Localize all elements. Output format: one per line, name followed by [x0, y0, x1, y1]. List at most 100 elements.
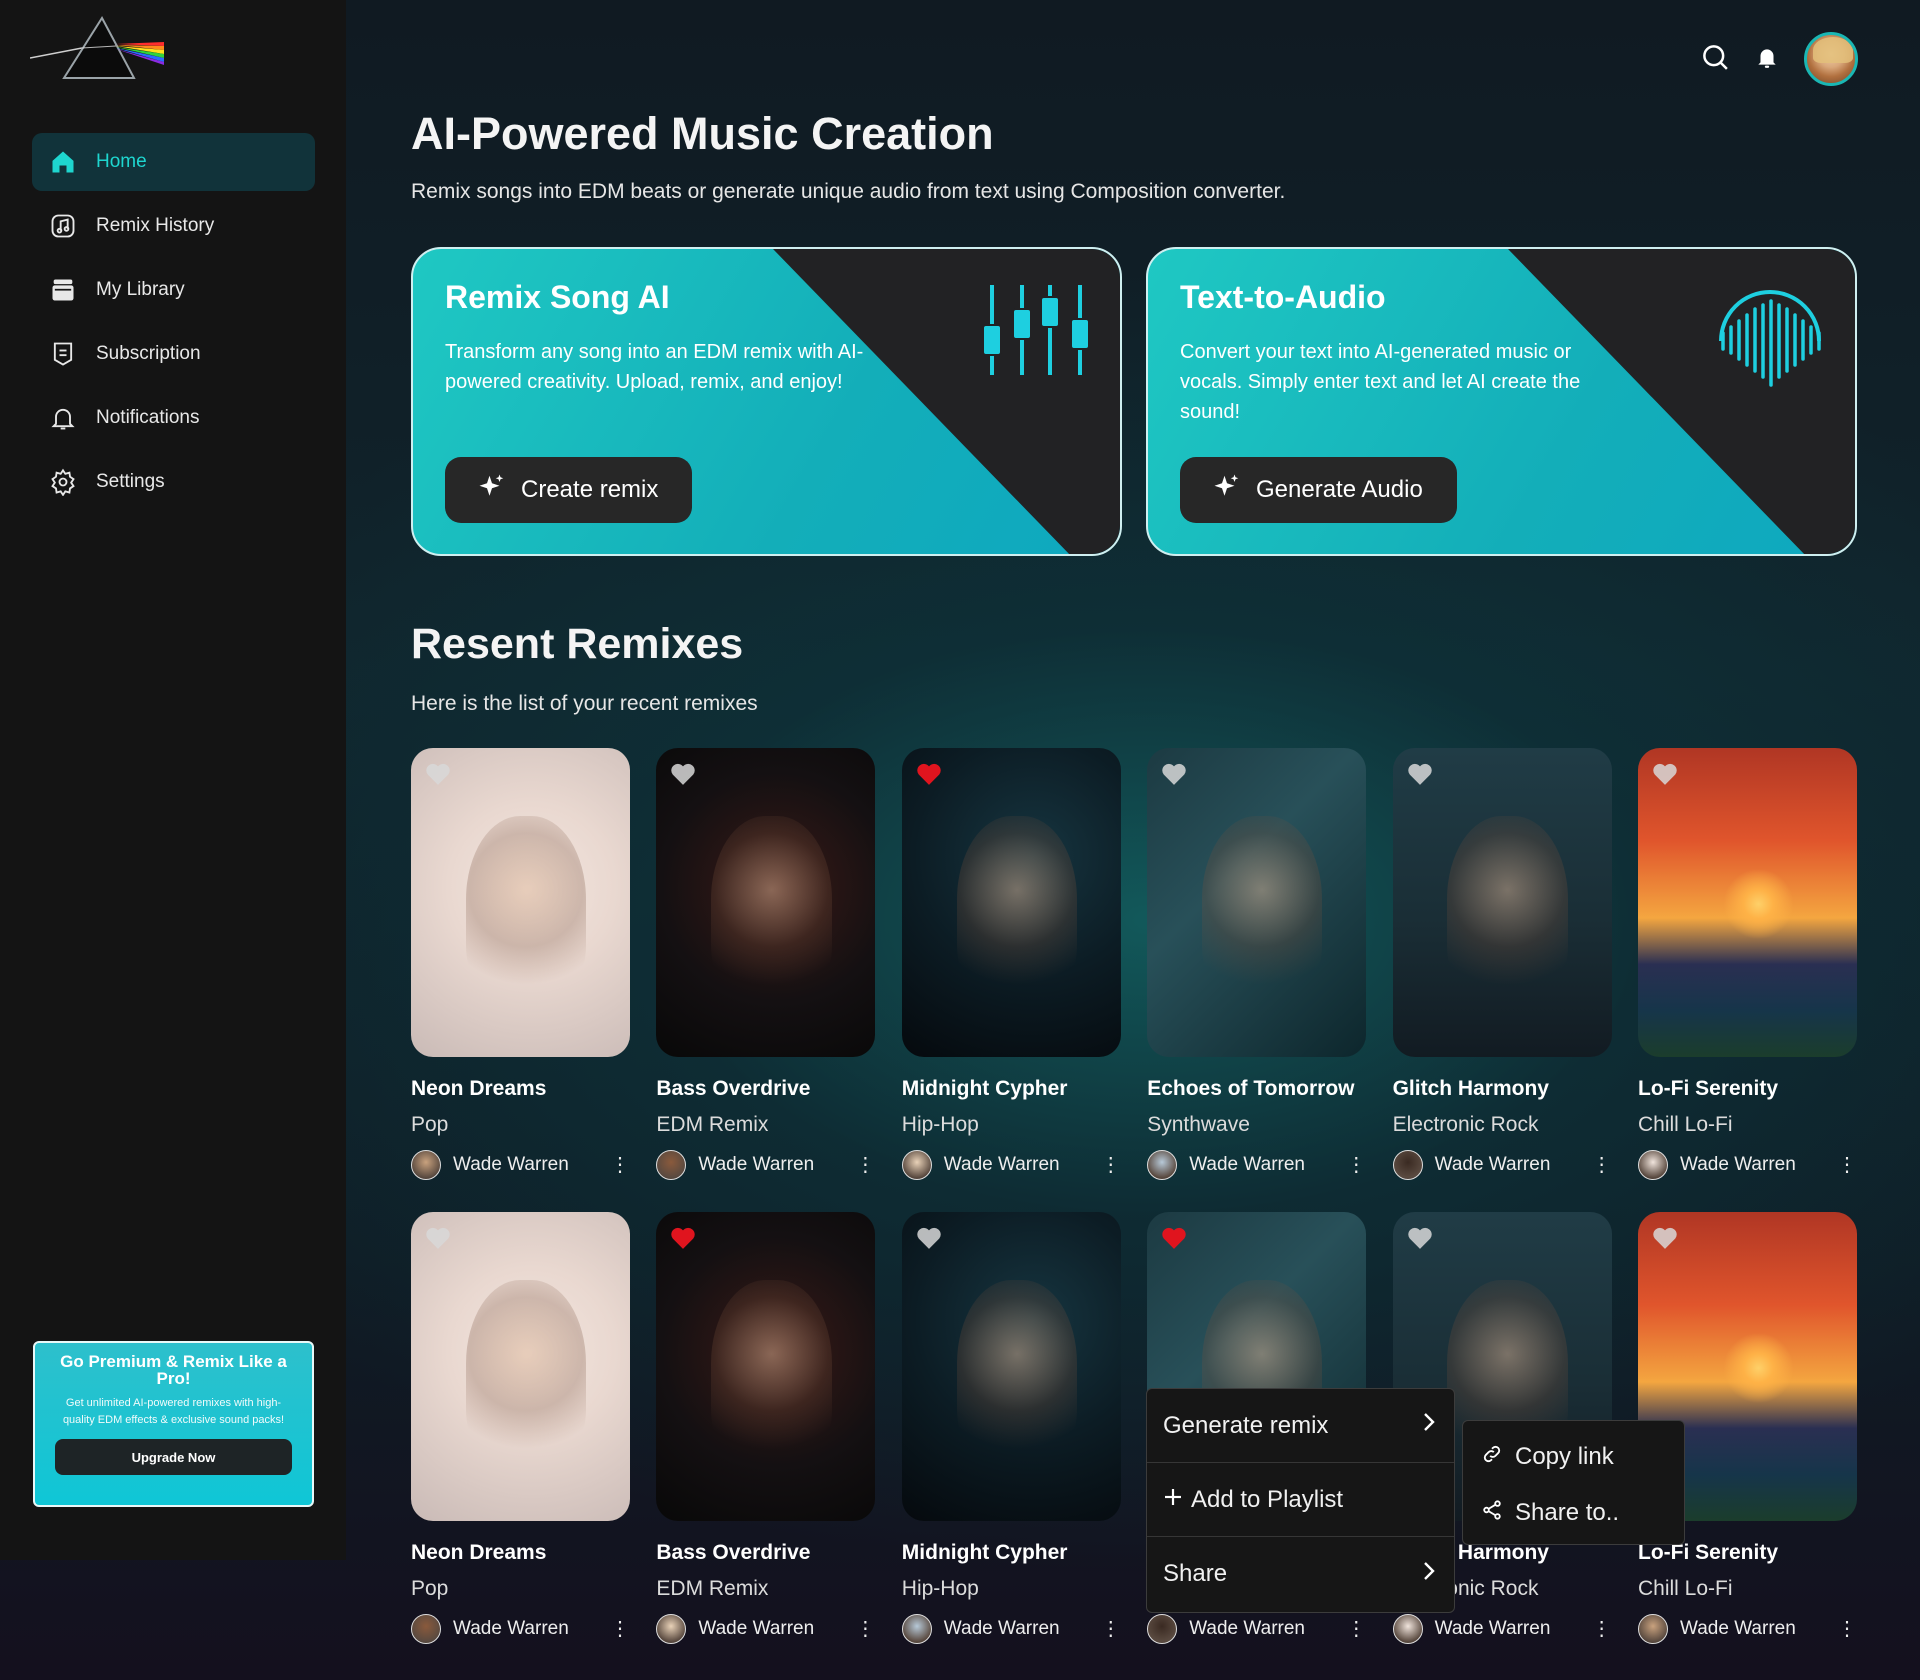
menu-item-share-to[interactable]: Share to..: [1463, 1485, 1684, 1541]
heart-icon[interactable]: [670, 762, 696, 786]
more-options-icon[interactable]: ⋮: [851, 1155, 875, 1175]
menu-item-generate-remix[interactable]: Generate remix: [1147, 1389, 1454, 1463]
author-name[interactable]: Wade Warren: [453, 1154, 606, 1176]
more-options-icon[interactable]: ⋮: [1833, 1619, 1857, 1639]
remix-card[interactable]: Neon Dreams Pop Wade Warren ⋮: [411, 1212, 630, 1645]
author-avatar[interactable]: [656, 1614, 687, 1644]
cover-art[interactable]: [656, 1212, 876, 1521]
remix-genre: Chill Lo-Fi: [1638, 1577, 1733, 1600]
heart-icon[interactable]: [1652, 762, 1678, 786]
heart-icon[interactable]: [1161, 762, 1187, 786]
heart-icon[interactable]: [916, 762, 942, 786]
sidebar-item-my-library[interactable]: My Library: [32, 261, 315, 319]
track-context-menu: Generate remix Add to Playlist Share: [1146, 1388, 1455, 1613]
menu-item-add-to-playlist[interactable]: Add to Playlist: [1147, 1463, 1454, 1537]
author-avatar[interactable]: [1638, 1614, 1668, 1644]
author-avatar[interactable]: [656, 1150, 687, 1180]
author-avatar[interactable]: [411, 1614, 441, 1644]
heart-icon[interactable]: [425, 1226, 451, 1250]
remix-footer: Wade Warren ⋮: [1392, 1149, 1612, 1181]
menu-item-share[interactable]: Share: [1147, 1537, 1454, 1611]
more-options-icon[interactable]: ⋮: [606, 1619, 630, 1639]
author-name[interactable]: Wade Warren: [698, 1154, 851, 1176]
more-options-icon[interactable]: ⋮: [606, 1155, 630, 1175]
cover-art[interactable]: [411, 748, 630, 1057]
sidebar-item-notifications[interactable]: Notifications: [32, 389, 315, 447]
cover-art[interactable]: [1147, 748, 1367, 1057]
remix-title: Midnight Cypher: [901, 1077, 1068, 1100]
sidebar-item-home[interactable]: Home: [32, 133, 315, 191]
remix-card[interactable]: Bass Overdrive EDM Remix Wade Warren ⋮: [656, 1212, 876, 1645]
author-avatar[interactable]: [1638, 1150, 1668, 1180]
remix-title: Echoes of Tomorrow: [1147, 1077, 1355, 1100]
more-options-icon[interactable]: ⋮: [1342, 1155, 1366, 1175]
author-avatar[interactable]: [901, 1150, 932, 1180]
remix-title: Bass Overdrive: [656, 1541, 811, 1564]
notification-bell-icon[interactable]: [1754, 43, 1780, 76]
upgrade-now-button[interactable]: Upgrade Now: [55, 1439, 292, 1475]
generate-audio-button[interactable]: Generate Audio: [1180, 457, 1457, 523]
home-icon: [48, 147, 78, 177]
heart-icon[interactable]: [1161, 1226, 1187, 1250]
cover-art[interactable]: [901, 1212, 1121, 1521]
cover-art[interactable]: [901, 748, 1121, 1057]
heart-icon[interactable]: [1407, 1226, 1433, 1250]
author-name[interactable]: Wade Warren: [1435, 1154, 1588, 1176]
heart-icon[interactable]: [670, 1226, 696, 1250]
remix-genre: Electronic Rock: [1392, 1113, 1539, 1136]
more-options-icon[interactable]: ⋮: [1833, 1155, 1857, 1175]
user-avatar[interactable]: [1804, 32, 1858, 86]
remix-card[interactable]: Lo-Fi Serenity Chill Lo-Fi Wade Warren ⋮: [1638, 748, 1857, 1181]
sidebar-item-settings[interactable]: Settings: [32, 453, 315, 511]
more-options-icon[interactable]: ⋮: [1342, 1619, 1366, 1639]
remix-card[interactable]: Glitch Harmony Electronic Rock Wade Warren…: [1392, 748, 1612, 1181]
remix-card[interactable]: Midnight Cypher Hip-Hop Wade Warren ⋮: [901, 1212, 1121, 1645]
remix-card[interactable]: Midnight Cypher Hip-Hop Wade Warren ⋮: [901, 748, 1121, 1181]
menu-item-copy-link[interactable]: Copy link: [1463, 1429, 1684, 1485]
remix-genre: EDM Remix: [656, 1113, 769, 1136]
create-remix-button[interactable]: Create remix: [445, 457, 693, 523]
heart-icon[interactable]: [916, 1226, 942, 1250]
sidebar-item-label: Home: [96, 151, 147, 172]
sidebar-item-remix-history[interactable]: Remix History: [32, 197, 315, 255]
heart-icon[interactable]: [425, 762, 451, 786]
author-avatar[interactable]: [411, 1150, 441, 1180]
search-icon[interactable]: [1700, 42, 1730, 77]
more-options-icon[interactable]: ⋮: [1097, 1619, 1121, 1639]
author-avatar[interactable]: [1147, 1614, 1178, 1644]
heart-icon[interactable]: [1407, 762, 1433, 786]
author-name[interactable]: Wade Warren: [1680, 1154, 1833, 1176]
author-name[interactable]: Wade Warren: [453, 1618, 606, 1640]
more-options-icon[interactable]: ⋮: [1588, 1155, 1612, 1175]
author-name[interactable]: Wade Warren: [944, 1154, 1097, 1176]
remix-card[interactable]: Bass Overdrive EDM Remix Wade Warren ⋮: [656, 748, 876, 1181]
gear-icon: [48, 467, 78, 497]
chevron-right-icon: [1420, 1411, 1438, 1440]
remix-footer: Wade Warren ⋮: [1638, 1149, 1857, 1181]
author-avatar[interactable]: [1392, 1150, 1423, 1180]
remix-card[interactable]: Echoes of Tomorrow Synthwave Wade Warren⋮: [1147, 748, 1367, 1181]
more-options-icon[interactable]: ⋮: [851, 1619, 875, 1639]
cover-art-figure: [956, 1279, 1077, 1466]
sidebar-item-subscription[interactable]: Subscription: [32, 325, 315, 383]
author-name[interactable]: Wade Warren: [1680, 1618, 1833, 1640]
cover-art[interactable]: [1638, 748, 1857, 1057]
author-name[interactable]: Wade Warren: [944, 1618, 1097, 1640]
author-name[interactable]: Wade Warren: [1189, 1618, 1342, 1640]
author-name[interactable]: Wade Warren: [1435, 1618, 1588, 1640]
author-avatar[interactable]: [1147, 1150, 1178, 1180]
cover-art[interactable]: [656, 748, 876, 1057]
cover-art[interactable]: [1392, 748, 1612, 1057]
author-avatar[interactable]: [901, 1614, 932, 1644]
card-title: Text-to-Audio: [1180, 279, 1386, 315]
heart-icon[interactable]: [1652, 1226, 1678, 1250]
remix-title: Bass Overdrive: [656, 1077, 811, 1100]
remix-title: Neon Dreams: [411, 1541, 547, 1564]
more-options-icon[interactable]: ⋮: [1588, 1619, 1612, 1639]
more-options-icon[interactable]: ⋮: [1097, 1155, 1121, 1175]
author-avatar[interactable]: [1392, 1614, 1423, 1644]
cover-art[interactable]: [411, 1212, 630, 1521]
remix-card[interactable]: Neon Dreams Pop Wade Warren ⋮: [411, 748, 630, 1181]
author-name[interactable]: Wade Warren: [1189, 1154, 1342, 1176]
author-name[interactable]: Wade Warren: [698, 1618, 851, 1640]
